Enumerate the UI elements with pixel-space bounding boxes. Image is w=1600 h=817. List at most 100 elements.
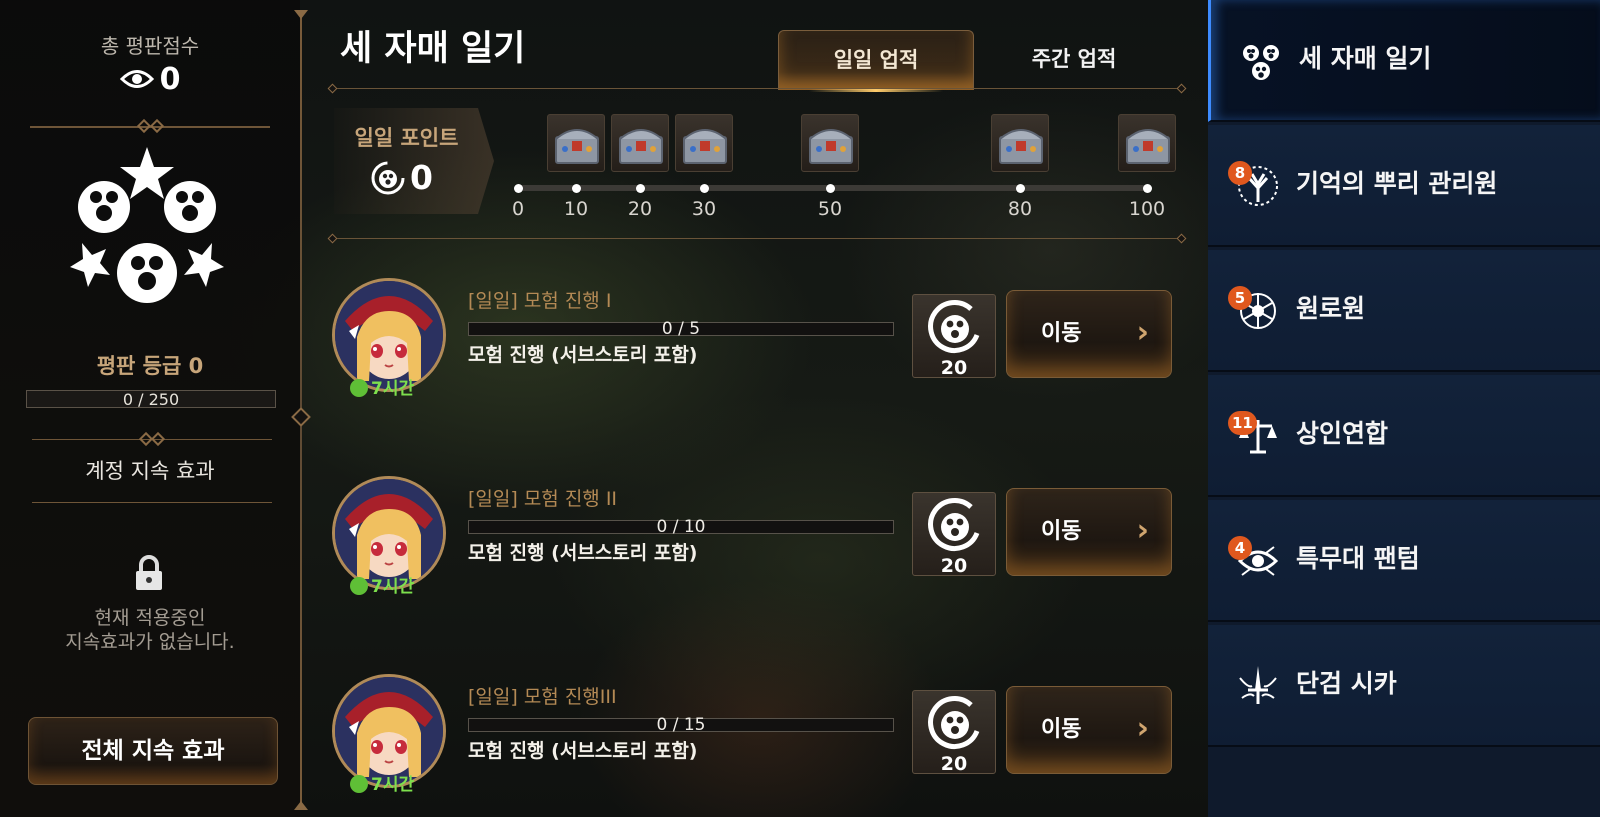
- header-divider: [333, 88, 1183, 89]
- quest-progress-bar: 0 / 10: [468, 517, 894, 537]
- quest-progress-text: 0 / 5: [661, 319, 701, 339]
- reward-chest-icon[interactable]: [611, 114, 669, 172]
- quest-title: [일일] 모험 진행III: [468, 686, 617, 708]
- clock-icon: [350, 577, 368, 595]
- go-button-label: 이동: [1041, 321, 1082, 346]
- quest-description: 모험 진행 (서브스토리 포함): [468, 740, 698, 762]
- eye-icon: [119, 63, 154, 98]
- sidebar-item-3[interactable]: 5 원로원: [1208, 250, 1600, 372]
- quest-description: 모험 진행 (서브스토리 포함): [468, 542, 698, 564]
- sidebar-item-label: 원로원: [1296, 294, 1366, 323]
- no-effect-line-1: 현재 적용중인: [94, 607, 206, 629]
- reputation-emblem-icon: [62, 145, 232, 319]
- total-reputation-value-row: 0: [0, 62, 300, 98]
- point-token-icon: [927, 299, 983, 359]
- sidebar-item-1[interactable]: 세 자매 일기: [1208, 0, 1600, 122]
- quest-title: [일일] 모험 진행 II: [468, 488, 618, 510]
- milestone-dot: [700, 184, 709, 193]
- quest-row: 7시간 [일일] 모험 진행III 0 / 15 모험 진행 (서브스토리 포함…: [332, 674, 1178, 795]
- panel-divider: [291, 10, 311, 810]
- sidebar-item-4[interactable]: 11 상인연합: [1208, 375, 1600, 497]
- notification-badge: 5: [1228, 286, 1252, 310]
- divider: [32, 502, 272, 503]
- milestone-dot: [514, 184, 523, 193]
- no-effect-line-2: 지속효과가 없습니다.: [65, 631, 235, 653]
- sidebar-item-label: 특무대 팬텀: [1296, 544, 1420, 573]
- three-sisters-icon: [1239, 39, 1283, 87]
- sidebar-item-2[interactable]: 8 기억의 뿌리 관리원: [1208, 125, 1600, 247]
- tab-weekly-achievements[interactable]: 주간 업적: [976, 30, 1172, 90]
- daily-points-value: 0: [410, 158, 433, 197]
- go-button-label: 이동: [1041, 519, 1082, 544]
- reputation-progress-text: 0 / 250: [122, 390, 180, 409]
- milestone-dot: [826, 184, 835, 193]
- reward-chest-icon[interactable]: [547, 114, 605, 172]
- reward-chest-icon[interactable]: [801, 114, 859, 172]
- chevron-right-icon: ›: [1136, 513, 1149, 548]
- sidebar-item-label: 세 자매 일기: [1299, 44, 1432, 73]
- notification-badge: 11: [1228, 411, 1257, 435]
- account-effect-title: 계정 지속 효과: [85, 459, 215, 483]
- time-remaining-text: 7시간: [371, 775, 415, 795]
- reward-amount: 20: [940, 555, 968, 577]
- quest-reward[interactable]: 20: [912, 690, 996, 775]
- time-remaining-text: 7시간: [371, 379, 415, 399]
- dagger-icon: [1236, 664, 1280, 712]
- time-remaining: 7시간: [350, 770, 414, 795]
- sidebar-item-label: 기억의 뿌리 관리원: [1296, 169, 1498, 198]
- quest-row: 7시간 [일일] 모험 진행 I 0 / 5 모험 진행 (서브스토리 포함) …: [332, 278, 1178, 399]
- sidebar-item-6[interactable]: 단검 시카: [1208, 625, 1600, 747]
- milestone-label: 0: [511, 198, 525, 220]
- reward-amount: 20: [940, 357, 968, 379]
- quest-progress-text: 0 / 15: [656, 715, 706, 735]
- reputation-panel: 총 평판점수 0 평판 등급 0 0 / 250 계정 지속 효과 현재 적용중…: [0, 0, 300, 817]
- all-effects-button[interactable]: 전체 지속 효과: [28, 717, 278, 785]
- tab-daily-achievements[interactable]: 일일 업적: [778, 30, 974, 92]
- point-token-icon: [927, 695, 983, 755]
- milestone-label: 100: [1128, 198, 1166, 220]
- quest-progress-bar: 0 / 5: [468, 319, 894, 339]
- milestone-dot: [1016, 184, 1025, 193]
- quest-progress-text: 0 / 10: [656, 517, 706, 537]
- reward-chest-icon[interactable]: [1118, 114, 1176, 172]
- quest-reward[interactable]: 20: [912, 294, 996, 379]
- chevron-right-icon: ›: [1136, 315, 1149, 350]
- time-remaining: 7시간: [350, 374, 414, 399]
- notification-badge: 8: [1228, 161, 1252, 185]
- lock-icon: [133, 555, 165, 595]
- quest-reward[interactable]: 20: [912, 492, 996, 577]
- quest-row: 7시간 [일일] 모험 진행 II 0 / 10 모험 진행 (서브스토리 포함…: [332, 476, 1178, 597]
- total-reputation-label: 총 평판점수: [100, 34, 200, 58]
- total-reputation-value: 0: [159, 62, 181, 97]
- page-title: 세 자매 일기: [340, 29, 526, 69]
- time-remaining: 7시간: [350, 572, 414, 597]
- go-button[interactable]: 이동 ›: [1006, 686, 1172, 774]
- quest-description: 모험 진행 (서브스토리 포함): [468, 344, 698, 366]
- go-button-label: 이동: [1041, 717, 1082, 742]
- chevron-right-icon: ›: [1136, 711, 1149, 746]
- reputation-progress-bar: 0 / 250: [26, 390, 276, 409]
- section-divider: [333, 238, 1183, 239]
- reward-chest-icon[interactable]: [675, 114, 733, 172]
- reward-chest-icon[interactable]: [991, 114, 1049, 172]
- clock-icon: [350, 379, 368, 397]
- clock-icon: [350, 775, 368, 793]
- milestone-label: 30: [691, 198, 717, 220]
- reputation-grade: 평판 등급 0: [96, 354, 204, 378]
- milestone-dot: [1143, 184, 1152, 193]
- quest-progress-bar: 0 / 15: [468, 715, 894, 735]
- sidebar-item-5[interactable]: 4 특무대 팬텀: [1208, 500, 1600, 622]
- milestone-dot: [572, 184, 581, 193]
- milestone-dot: [636, 184, 645, 193]
- no-effect-message: 현재 적용중인 지속효과가 없습니다.: [0, 606, 300, 654]
- point-token-icon: [370, 160, 406, 200]
- quest-title: [일일] 모험 진행 I: [468, 290, 612, 312]
- go-button[interactable]: 이동 ›: [1006, 488, 1172, 576]
- sidebar-item-label: 단검 시카: [1296, 669, 1397, 698]
- point-token-icon: [927, 497, 983, 557]
- daily-points-label: 일일 포인트: [354, 126, 459, 150]
- milestone-label: 80: [1007, 198, 1033, 220]
- milestone-label: 50: [817, 198, 843, 220]
- go-button[interactable]: 이동 ›: [1006, 290, 1172, 378]
- milestone-label: 10: [563, 198, 589, 220]
